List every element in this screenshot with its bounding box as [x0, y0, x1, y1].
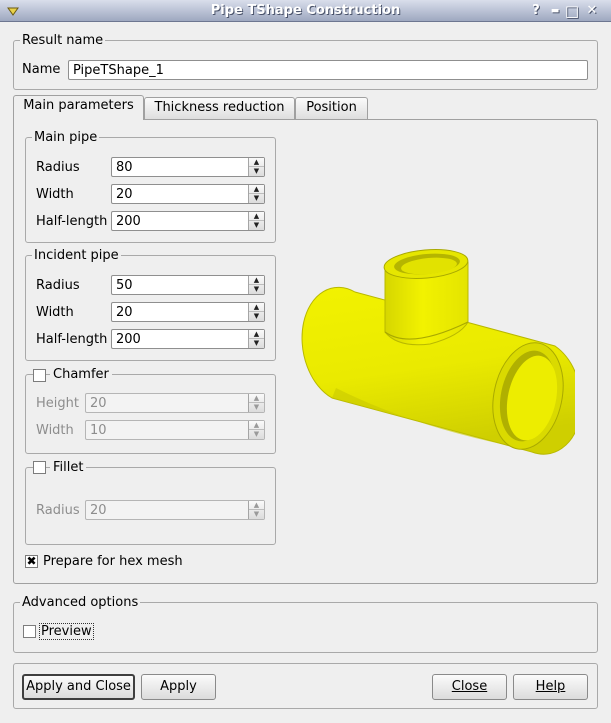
chamfer-height-spinbox[interactable]: 20 ▲ ▼ — [85, 393, 265, 413]
close-button-label: Close — [451, 679, 488, 694]
spin-down-icon[interactable]: ▼ — [249, 167, 264, 176]
main-width-label: Width — [36, 187, 74, 202]
name-input[interactable] — [68, 60, 588, 80]
chamfer-title: Chamfer — [50, 367, 112, 382]
apply-and-close-button[interactable]: Apply and Close — [22, 674, 135, 700]
incident-width-value: 20 — [116, 305, 133, 320]
spin-arrows: ▲ ▼ — [248, 276, 264, 294]
incident-pipe-title: Incident pipe — [34, 248, 119, 263]
spin-up-icon[interactable]: ▲ — [249, 421, 264, 430]
advanced-options-title: Advanced options — [22, 595, 139, 610]
spin-up-icon[interactable]: ▲ — [249, 303, 264, 312]
spin-arrows: ▲ ▼ — [248, 421, 264, 439]
fillet-checkbox[interactable] — [33, 461, 46, 474]
spin-down-icon[interactable]: ▼ — [249, 510, 264, 519]
spin-arrows: ▲ ▼ — [248, 212, 264, 230]
hex-mesh-checkbox[interactable]: ✖ — [25, 555, 38, 568]
main-pipe-title: Main pipe — [34, 130, 98, 145]
title-bar[interactable]: Pipe TShape Construction ? ▬ □ ✕ — [0, 0, 611, 22]
spin-down-icon[interactable]: ▼ — [249, 403, 264, 412]
hex-mesh-label: Prepare for hex mesh — [43, 554, 183, 569]
spin-arrows: ▲ ▼ — [248, 185, 264, 203]
chamfer-width-label: Width — [36, 423, 74, 438]
advanced-options-group: Advanced options — [13, 595, 598, 653]
main-radius-spinbox[interactable]: 80 ▲ ▼ — [111, 157, 265, 177]
main-half-length-spinbox[interactable]: 200 ▲ ▼ — [111, 211, 265, 231]
fillet-radius-spinbox[interactable]: 20 ▲ ▼ — [85, 500, 265, 520]
chamfer-height-label: Height — [36, 396, 79, 411]
incident-half-length-value: 200 — [116, 332, 141, 347]
spin-up-icon[interactable]: ▲ — [249, 185, 264, 194]
main-radius-value: 80 — [116, 160, 133, 175]
incident-radius-value: 50 — [116, 278, 133, 293]
spin-down-icon[interactable]: ▼ — [249, 430, 264, 439]
spin-down-icon[interactable]: ▼ — [249, 339, 264, 348]
spin-arrows: ▲ ▼ — [248, 330, 264, 348]
preview-label: Preview — [39, 623, 94, 640]
tab-main-parameters[interactable]: Main parameters — [13, 95, 144, 120]
spin-up-icon[interactable]: ▲ — [249, 501, 264, 510]
result-name-title: Result name — [22, 33, 104, 48]
fillet-title: Fillet — [50, 460, 87, 475]
incident-radius-label: Radius — [36, 278, 80, 293]
tab-position[interactable]: Position — [295, 97, 368, 119]
fillet-radius-label: Radius — [36, 503, 80, 518]
incident-half-length-spinbox[interactable]: 200 ▲ ▼ — [111, 329, 265, 349]
spin-down-icon[interactable]: ▼ — [249, 312, 264, 321]
main-half-length-label: Half-length — [36, 214, 108, 229]
spin-up-icon[interactable]: ▲ — [249, 276, 264, 285]
apply-button[interactable]: Apply — [141, 674, 216, 700]
spin-down-icon[interactable]: ▼ — [249, 285, 264, 294]
tab-thickness-reduction[interactable]: Thickness reduction — [144, 97, 295, 119]
incident-width-label: Width — [36, 305, 74, 320]
help-icon[interactable]: ? — [528, 3, 544, 19]
chamfer-width-spinbox[interactable]: 10 ▲ ▼ — [85, 420, 265, 440]
main-radius-label: Radius — [36, 160, 80, 175]
chamfer-checkbox[interactable] — [33, 369, 46, 382]
chamfer-height-value: 20 — [90, 396, 107, 411]
spin-up-icon[interactable]: ▲ — [249, 330, 264, 339]
preview-checkbox[interactable] — [23, 625, 36, 638]
window-title: Pipe TShape Construction — [210, 3, 401, 18]
incident-width-spinbox[interactable]: 20 ▲ ▼ — [111, 302, 265, 322]
spin-down-icon[interactable]: ▼ — [249, 221, 264, 230]
main-half-length-value: 200 — [116, 214, 141, 229]
spin-up-icon[interactable]: ▲ — [249, 158, 264, 167]
pipe-tshape-preview-image — [301, 249, 575, 455]
close-icon[interactable]: ✕ — [584, 3, 600, 19]
chamfer-group — [25, 374, 276, 454]
spin-up-icon[interactable]: ▲ — [249, 212, 264, 221]
chamfer-width-value: 10 — [90, 423, 107, 438]
name-label: Name — [22, 62, 61, 77]
spin-down-icon[interactable]: ▼ — [249, 194, 264, 203]
spin-arrows: ▲ ▼ — [248, 394, 264, 412]
minimize-icon[interactable]: ▬ — [547, 3, 563, 19]
incident-radius-spinbox[interactable]: 50 ▲ ▼ — [111, 275, 265, 295]
main-width-value: 20 — [116, 187, 133, 202]
maximize-icon[interactable]: □ — [564, 3, 580, 19]
spin-arrows: ▲ ▼ — [248, 158, 264, 176]
fillet-radius-value: 20 — [90, 503, 107, 518]
help-button[interactable]: Help — [513, 674, 588, 700]
incident-half-length-label: Half-length — [36, 332, 108, 347]
spin-arrows: ▲ ▼ — [248, 303, 264, 321]
close-button[interactable]: Close — [432, 674, 507, 700]
help-button-label: Help — [535, 679, 566, 694]
main-width-spinbox[interactable]: 20 ▲ ▼ — [111, 184, 265, 204]
spin-up-icon[interactable]: ▲ — [249, 394, 264, 403]
spin-arrows: ▲ ▼ — [248, 501, 264, 519]
